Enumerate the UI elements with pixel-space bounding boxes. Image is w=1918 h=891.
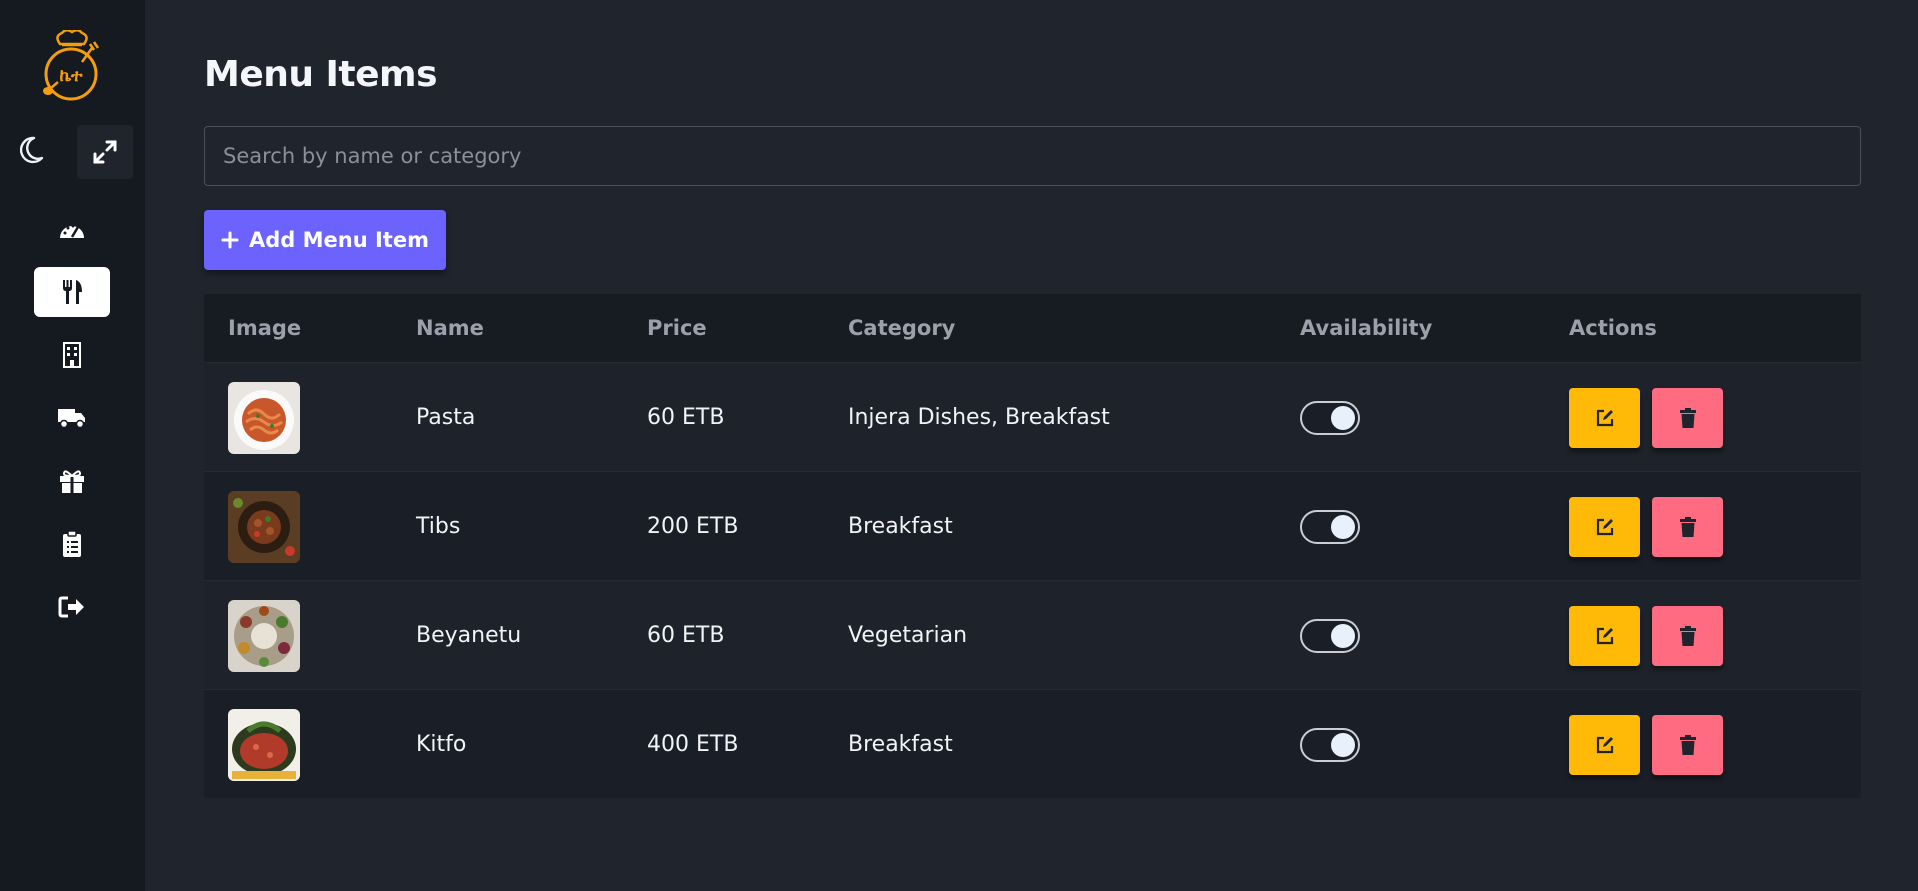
toggle-knob: [1331, 405, 1355, 430]
menu-item-name: Tibs: [416, 514, 461, 539]
delete-button[interactable]: [1652, 605, 1723, 666]
edit-icon: [1596, 736, 1613, 753]
column-header-category: Category: [848, 316, 956, 340]
edit-icon: [1596, 627, 1613, 644]
theme-toggle-button[interactable]: [10, 130, 50, 170]
expand-arrows-icon: [93, 140, 117, 164]
add-menu-item-label: Add Menu Item: [249, 228, 429, 252]
menu-item-image: [228, 490, 300, 563]
delivery-truck-icon: [58, 409, 85, 429]
sidebar-item-delivery[interactable]: [34, 393, 110, 443]
menu-item-category: Breakfast: [848, 732, 953, 757]
dashboard-gauge-icon: [60, 224, 84, 238]
sidebar-item-menu[interactable]: [34, 267, 110, 317]
table-row: Tibs 200 ETB Breakfast: [204, 471, 1861, 580]
edit-icon: [1596, 409, 1613, 426]
sidebar-item-branches[interactable]: [34, 330, 110, 380]
menu-item-image: [228, 381, 300, 454]
menu-item-name: Beyanetu: [416, 623, 522, 648]
trash-icon: [1679, 407, 1696, 428]
edit-icon: [1596, 518, 1613, 535]
menu-item-image: [228, 708, 300, 781]
menu-item-category: Breakfast: [848, 514, 953, 539]
search-input[interactable]: [204, 126, 1861, 186]
edit-button[interactable]: [1569, 387, 1640, 448]
clipboard-list-icon: [63, 530, 81, 557]
menu-item-name: Pasta: [416, 405, 476, 430]
menu-items-table: Image Name Price Category Availability A…: [204, 294, 1861, 798]
trash-icon: [1679, 516, 1696, 537]
table-row: Pasta 60 ETB Injera Dishes, Breakfast: [204, 362, 1861, 471]
availability-toggle[interactable]: [1300, 727, 1360, 762]
fullscreen-button[interactable]: [77, 125, 133, 179]
toggle-knob: [1331, 732, 1355, 757]
page-title: Menu Items: [204, 54, 438, 95]
toggle-knob: [1331, 514, 1355, 539]
availability-toggle[interactable]: [1300, 509, 1360, 544]
gift-icon: [60, 470, 84, 493]
plus-icon: [221, 231, 239, 249]
sidebar: ኬተ: [0, 0, 145, 891]
availability-toggle[interactable]: [1300, 618, 1360, 653]
utensils-icon: [63, 280, 82, 304]
edit-button[interactable]: [1569, 714, 1640, 775]
delete-button[interactable]: [1652, 714, 1723, 775]
toggle-knob: [1331, 623, 1355, 648]
add-menu-item-button[interactable]: Add Menu Item: [204, 210, 446, 270]
menu-item-image: [228, 599, 300, 672]
column-header-price: Price: [647, 316, 707, 340]
svg-text:ኬተ: ኬተ: [60, 66, 83, 86]
menu-item-category: Vegetarian: [848, 623, 968, 648]
main-content: Menu Items Add Menu Item Image Name Pric…: [145, 0, 1918, 891]
edit-button[interactable]: [1569, 605, 1640, 666]
building-icon: [63, 342, 81, 368]
availability-toggle[interactable]: [1300, 400, 1360, 435]
menu-item-name: Kitfo: [416, 732, 467, 757]
sign-out-icon: [58, 596, 84, 618]
menu-item-category: Injera Dishes, Breakfast: [848, 405, 1110, 430]
sidebar-item-dashboard[interactable]: [34, 205, 110, 255]
menu-item-price: 60 ETB: [647, 405, 725, 430]
delete-button[interactable]: [1652, 496, 1723, 557]
delete-button[interactable]: [1652, 387, 1723, 448]
brand-logo[interactable]: ኬተ: [38, 29, 104, 102]
trash-icon: [1679, 625, 1696, 646]
sidebar-item-logout[interactable]: [34, 582, 110, 632]
menu-item-price: 200 ETB: [647, 514, 739, 539]
trash-icon: [1679, 734, 1696, 755]
table-row: Kitfo 400 ETB Breakfast: [204, 689, 1861, 798]
edit-button[interactable]: [1569, 496, 1640, 557]
column-header-actions: Actions: [1569, 316, 1657, 340]
table-header: Image Name Price Category Availability A…: [204, 294, 1861, 362]
menu-item-price: 60 ETB: [647, 623, 725, 648]
column-header-image: Image: [228, 316, 302, 340]
moon-icon: [19, 136, 44, 164]
sidebar-item-orders[interactable]: [34, 519, 110, 569]
sidebar-item-promotions[interactable]: [34, 456, 110, 506]
column-header-availability: Availability: [1300, 316, 1433, 340]
menu-item-price: 400 ETB: [647, 732, 739, 757]
column-header-name: Name: [416, 316, 484, 340]
table-row: Beyanetu 60 ETB Vegetarian: [204, 580, 1861, 689]
